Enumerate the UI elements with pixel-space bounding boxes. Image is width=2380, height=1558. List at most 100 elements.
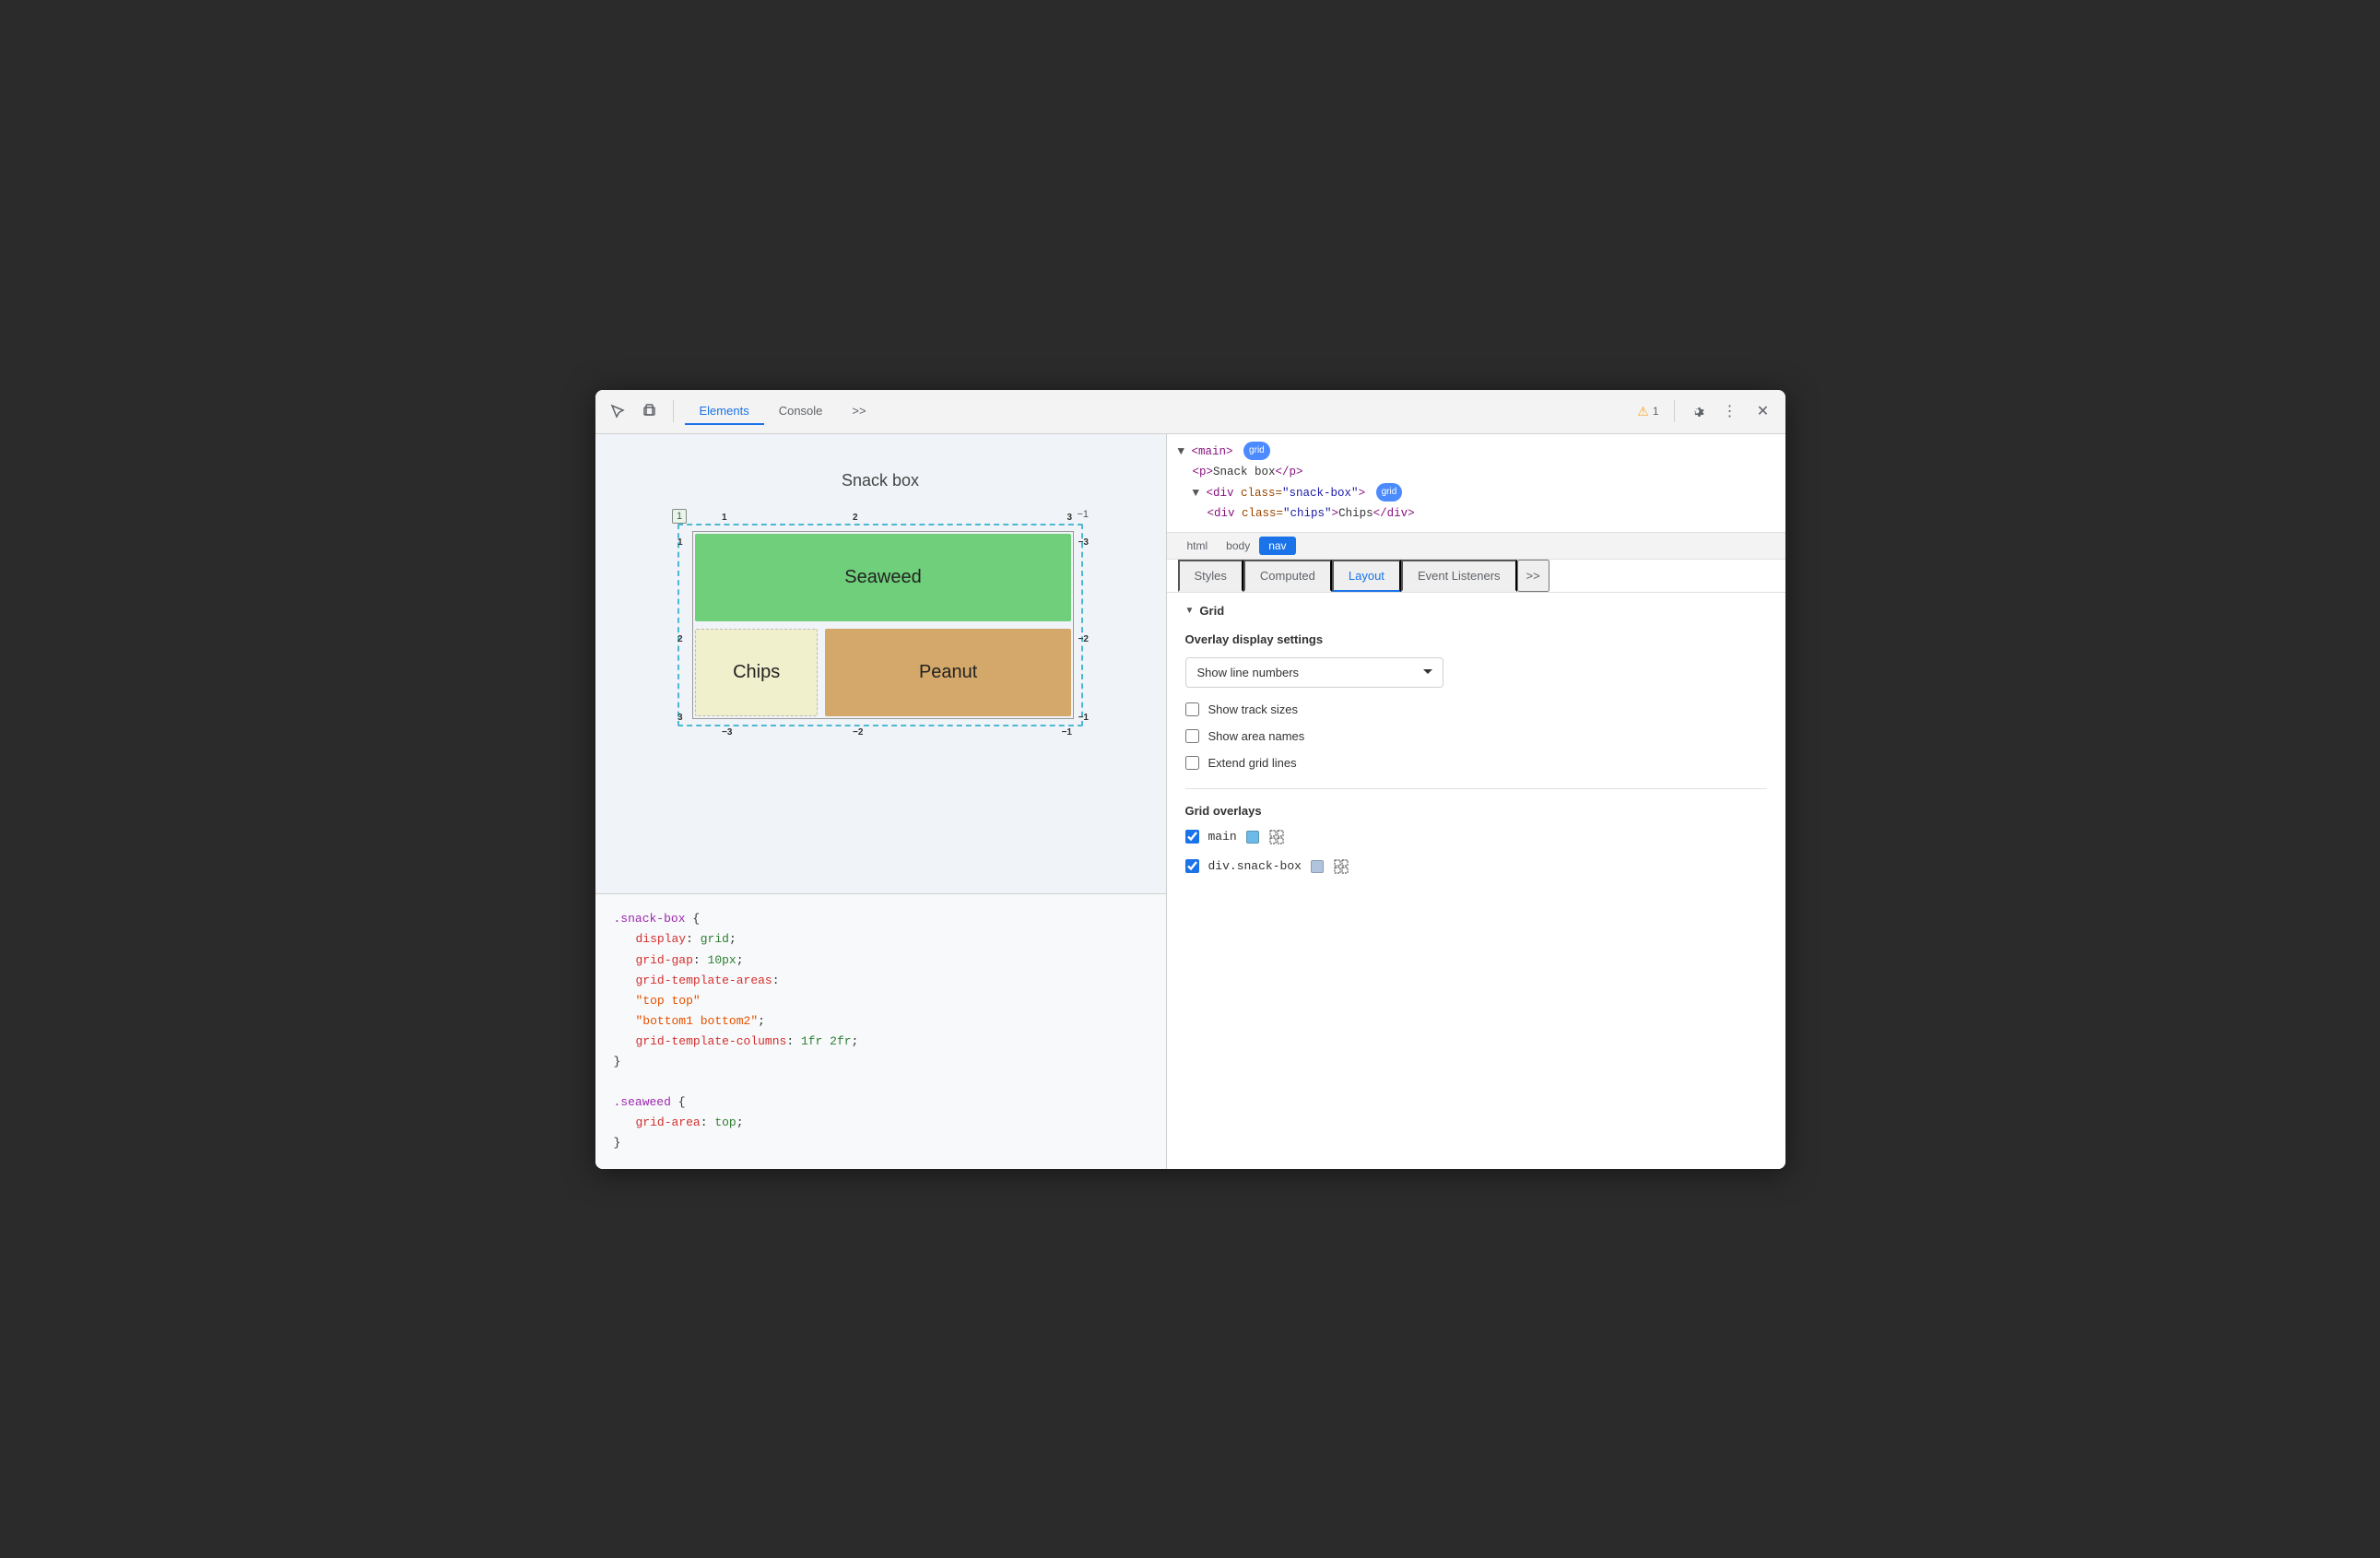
subtab-styles[interactable]: Styles — [1178, 560, 1243, 592]
grid-badge-div: grid — [1376, 483, 1403, 502]
breadcrumb-body[interactable]: body — [1217, 537, 1259, 555]
dom-attr-class-val: "snack-box" — [1282, 487, 1359, 500]
right-panel: ▼ <main> grid <p>Snack box</p> ▼ <div cl… — [1167, 434, 1785, 1169]
dom-tag-p-close: </p> — [1276, 466, 1303, 478]
tab-elements[interactable]: Elements — [685, 398, 764, 425]
overlay-main-grid-icon[interactable] — [1268, 829, 1285, 845]
dom-line-chips[interactable]: <div class="chips">Chips</div> — [1178, 503, 1774, 525]
toolbar: Elements Console >> ⚠ 1 ⋮ ✕ — [595, 390, 1785, 434]
checkbox-extend-grid-lines: Extend grid lines — [1185, 756, 1767, 770]
settings-icon[interactable] — [1682, 396, 1712, 426]
checkbox-extend-lines-input[interactable] — [1185, 756, 1199, 770]
checkbox-show-track-sizes: Show track sizes — [1185, 702, 1767, 716]
breadcrumb-html[interactable]: html — [1178, 537, 1218, 555]
code-line-2: display: grid; — [614, 929, 1148, 950]
dom-tag-chips-open: <div — [1208, 507, 1243, 520]
checkbox-main-overlay[interactable] — [1185, 830, 1199, 844]
left-panel: Snack box 1 −1 1 2 3 1 2 3 — [595, 434, 1167, 1169]
overlay-snack-box-color[interactable] — [1311, 860, 1324, 873]
subtab-event-listeners[interactable]: Event Listeners — [1401, 560, 1517, 592]
devtools-window: Elements Console >> ⚠ 1 ⋮ ✕ Snack box — [595, 390, 1785, 1169]
subtabs: Styles Computed Layout Event Listeners >… — [1167, 560, 1785, 593]
dom-tag-div-open: <div — [1207, 487, 1242, 500]
toolbar-right: ⚠ 1 ⋮ ✕ — [1630, 396, 1777, 426]
grid-badge-main: grid — [1243, 442, 1270, 460]
device-toggle-icon[interactable] — [636, 396, 666, 426]
cell-peanut: Peanut — [825, 629, 1071, 716]
code-line-8: } — [614, 1052, 1148, 1072]
breadcrumb: html body nav — [1167, 533, 1785, 560]
checkbox-extend-lines-label: Extend grid lines — [1208, 756, 1297, 770]
code-line-empty — [614, 1072, 1148, 1092]
row-num-1: 1 — [677, 537, 683, 548]
checkbox-track-sizes-input[interactable] — [1185, 702, 1199, 716]
dom-attr-class: class= — [1241, 487, 1282, 500]
collapse-triangle-main: ▼ — [1178, 445, 1192, 458]
subtab-more[interactable]: >> — [1517, 560, 1549, 592]
collapse-triangle-div: ▼ — [1193, 487, 1207, 500]
row-num-neg3: −3 — [1078, 537, 1089, 548]
toolbar-divider — [673, 400, 674, 422]
overlay-settings: Overlay display settings Show line numbe… — [1185, 632, 1767, 770]
col-num-2: 2 — [853, 513, 858, 523]
tab-more[interactable]: >> — [837, 398, 880, 425]
dom-line-main[interactable]: ▼ <main> grid — [1178, 442, 1774, 463]
corner-num-1: 1 — [672, 509, 687, 524]
subtab-computed[interactable]: Computed — [1243, 560, 1332, 592]
overlay-snack-box-grid-icon[interactable] — [1333, 858, 1349, 875]
grid-section-header[interactable]: ▼ Grid — [1185, 604, 1767, 618]
code-line-5: "top top" — [614, 991, 1148, 1011]
grid-overlays-section: Grid overlays main — [1185, 804, 1767, 875]
dom-tag-chips-gt: > — [1332, 507, 1339, 520]
code-panel: .snack-box { display: grid; grid-gap: 10… — [595, 893, 1166, 1168]
dom-text-p: Snack box — [1213, 466, 1276, 478]
overlay-settings-title: Overlay display settings — [1185, 632, 1767, 646]
more-options-icon[interactable]: ⋮ — [1715, 396, 1745, 426]
corner-num-neg1: −1 — [1077, 509, 1089, 520]
inspector-icon[interactable] — [603, 396, 632, 426]
overlay-item-main: main — [1185, 829, 1767, 845]
dom-tag-chips-close: </div> — [1373, 507, 1415, 520]
dom-tag-div-end: > — [1359, 487, 1366, 500]
line-numbers-select[interactable]: Show line numbersShow line namesHide — [1185, 657, 1443, 688]
overlay-item-snack-box: div.snack-box — [1185, 858, 1767, 875]
checkbox-snack-box-overlay[interactable] — [1185, 859, 1199, 873]
toolbar-tabs: Elements Console >> — [685, 398, 1627, 425]
tab-console[interactable]: Console — [764, 398, 838, 425]
grid-title: Snack box — [842, 471, 919, 490]
overlay-main-color[interactable] — [1246, 831, 1259, 844]
checkbox-track-sizes-label: Show track sizes — [1208, 702, 1299, 716]
code-line-3: grid-gap: 10px; — [614, 950, 1148, 971]
checkbox-area-names-input[interactable] — [1185, 729, 1199, 743]
main-content: Snack box 1 −1 1 2 3 1 2 3 — [595, 434, 1785, 1169]
dom-line-p[interactable]: <p>Snack box</p> — [1178, 462, 1774, 483]
dom-tree: ▼ <main> grid <p>Snack box</p> ▼ <div cl… — [1167, 434, 1785, 533]
grid-overlays-title: Grid overlays — [1185, 804, 1767, 818]
grid-section-triangle: ▼ — [1185, 606, 1195, 616]
cell-chips: Chips — [695, 629, 818, 716]
warning-icon: ⚠ — [1637, 404, 1649, 419]
code-line-4: grid-template-areas: — [614, 971, 1148, 991]
toolbar-divider-2 — [1674, 400, 1675, 422]
section-divider — [1185, 788, 1767, 789]
row-num-neg1: −1 — [1078, 713, 1089, 723]
col-num-3: 3 — [1066, 513, 1072, 523]
dom-attr-chips-val: "chips" — [1283, 507, 1332, 520]
code-line-7: grid-template-columns: 1fr 2fr; — [614, 1032, 1148, 1052]
dom-line-div[interactable]: ▼ <div class="snack-box"> grid — [1178, 483, 1774, 504]
subtab-layout[interactable]: Layout — [1332, 560, 1401, 592]
layout-panel: ▼ Grid Overlay display settings Show lin… — [1167, 593, 1785, 1169]
dropdown-row: Show line numbersShow line namesHide — [1185, 657, 1767, 688]
close-icon[interactable]: ✕ — [1749, 396, 1778, 426]
checkbox-area-names-label: Show area names — [1208, 729, 1305, 743]
grid-section-label: Grid — [1199, 604, 1224, 618]
warning-count: 1 — [1653, 405, 1659, 418]
dom-attr-chips-class: class= — [1242, 507, 1283, 520]
overlay-main-name: main — [1208, 830, 1237, 844]
dom-text-chips: Chips — [1338, 507, 1373, 520]
code-line-9: .seaweed { — [614, 1092, 1148, 1113]
row-num-3: 3 — [677, 713, 683, 723]
overlay-snack-box-name: div.snack-box — [1208, 859, 1302, 873]
breadcrumb-nav[interactable]: nav — [1259, 537, 1295, 555]
col-num-1: 1 — [722, 513, 727, 523]
